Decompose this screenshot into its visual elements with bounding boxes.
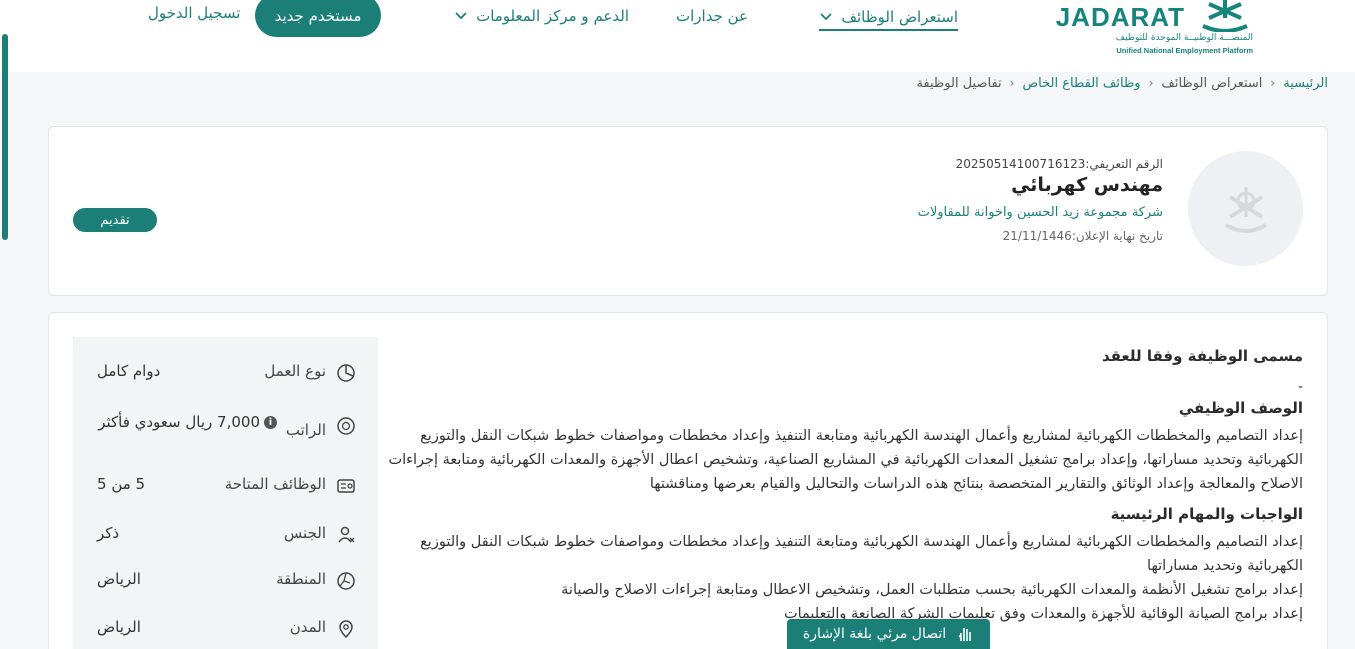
job-details-card: نوع العمل دوام كامل الراتب i 7,000 ريال س… bbox=[48, 312, 1328, 649]
breadcrumb-home[interactable]: الرئيسية bbox=[1283, 76, 1328, 91]
company-name[interactable]: شركة مجموعة زيد الحسين واخوانة للمقاولات bbox=[918, 205, 1163, 220]
breadcrumb: الرئيسية ‹ استعراض الوظائف ‹ وظائف القطا… bbox=[916, 74, 1328, 92]
hand-sign-icon bbox=[958, 628, 971, 641]
logo-arabic-tagline: المنصـــة الوطنيــة الموحدة للتوظيف bbox=[1115, 33, 1253, 43]
id-card-icon bbox=[337, 479, 355, 493]
page-scrollbar[interactable] bbox=[2, 34, 8, 240]
job-description: مسمى الوظيفة وفقا للعقد - الوصف الوظيفي … bbox=[388, 347, 1303, 626]
job-summary-card: الرقم التعريفي:20250514100716123 مهندس ك… bbox=[48, 126, 1328, 296]
breadcrumb-current: تفاصيل الوظيفة bbox=[916, 75, 1002, 91]
nav-support-center[interactable]: الدعم و مركز المعلومات bbox=[454, 4, 629, 28]
pie-chart-icon bbox=[337, 364, 355, 382]
location-pin-icon bbox=[339, 620, 353, 639]
saudi-emblem-icon bbox=[1202, 0, 1248, 32]
ad-deadline: تاريخ نهاية الإعلان:21/11/1446 bbox=[1002, 229, 1163, 243]
emblem-placeholder-icon bbox=[1224, 186, 1267, 233]
top-header: JADARAT المنصـــة الوطنيــة الموحدة للتو… bbox=[0, 0, 1355, 72]
login-link[interactable]: تسجيل الدخول bbox=[148, 4, 240, 22]
contract-title-heading: مسمى الوظيفة وفقا للعقد bbox=[1101, 347, 1303, 365]
info-value: 5 من 5 bbox=[97, 475, 146, 493]
breadcrumb-separator-icon: ‹ bbox=[1270, 76, 1276, 90]
jadarat-logo[interactable]: JADARAT المنصـــة الوطنيــة الموحدة للتو… bbox=[1056, 0, 1255, 62]
nav-browse-jobs[interactable]: استعراض الوظائف bbox=[819, 4, 958, 31]
nav-browse-jobs-label: استعراض الوظائف bbox=[841, 7, 958, 26]
info-label: الراتب bbox=[285, 421, 326, 439]
job-title: مهندس كهربائي bbox=[1011, 174, 1163, 196]
nav-about-jadarat[interactable]: عن جدارات bbox=[676, 4, 748, 28]
logo-english-tagline: Unified National Employment Platform bbox=[1116, 46, 1253, 55]
breadcrumb-browse-jobs[interactable]: استعراض الوظائف bbox=[1161, 76, 1262, 91]
duties-heading: الواجبات والمهام الرئيسية bbox=[1110, 505, 1303, 523]
nav-about-label: عن جدارات bbox=[676, 7, 748, 25]
info-value-wrap: i 7,000 ريال سعودي فأكثر bbox=[97, 409, 277, 445]
job-description-heading: الوصف الوظيفي bbox=[1178, 399, 1303, 417]
info-row-salary: الراتب i 7,000 ريال سعودي فأكثر bbox=[73, 411, 378, 441]
info-circle-icon[interactable]: i bbox=[264, 416, 277, 429]
job-meta: الرقم التعريفي:20250514100716123 مهندس ك… bbox=[918, 157, 1163, 243]
duty-item: إعداد التصاميم والمخططات الكهربائية لمشا… bbox=[420, 534, 1303, 574]
chevron-down-icon bbox=[820, 12, 833, 20]
map-region-icon bbox=[337, 572, 355, 590]
duty-item: إعداد برامج تشغيل الأنظمة والمعدات الكهر… bbox=[561, 582, 1303, 598]
sign-language-label: اتصال مرئي بلغة الإشارة bbox=[802, 626, 947, 642]
breadcrumb-private-sector[interactable]: وظائف القطاع الخاص bbox=[1022, 76, 1140, 91]
breadcrumb-separator-icon: ‹ bbox=[1148, 76, 1154, 90]
job-info-panel: نوع العمل دوام كامل الراتب i 7,000 ريال س… bbox=[73, 337, 378, 649]
logo-wordmark: JADARAT bbox=[1055, 2, 1185, 32]
info-row-gender: الجنس ذكر bbox=[73, 520, 378, 550]
info-value: الرياض bbox=[97, 570, 141, 588]
info-row-vacancies: الوظائف المتاحة 5 من 5 bbox=[73, 471, 378, 501]
info-value: ذكر bbox=[97, 524, 120, 542]
nav-support-label: الدعم و مركز المعلومات bbox=[476, 7, 629, 25]
gender-icon bbox=[338, 526, 355, 543]
info-row-work-type: نوع العمل دوام كامل bbox=[73, 358, 378, 388]
info-value: دوام كامل bbox=[97, 362, 161, 380]
info-row-region: المنطقة الرياض bbox=[73, 566, 378, 596]
info-row-cities: المدن الرياض bbox=[73, 614, 378, 644]
info-label: المنطقة bbox=[276, 570, 326, 588]
sign-language-call-button[interactable]: اتصال مرئي بلغة الإشارة bbox=[787, 619, 990, 649]
info-label: الجنس bbox=[283, 524, 326, 542]
job-id: الرقم التعريفي:20250514100716123 bbox=[955, 157, 1163, 171]
salary-value: 7,000 ريال سعودي فأكثر bbox=[98, 413, 260, 431]
chevron-down-icon bbox=[455, 12, 467, 20]
info-label: نوع العمل bbox=[264, 362, 326, 380]
apply-button[interactable]: تقديم bbox=[73, 208, 157, 232]
info-value: الرياض bbox=[97, 618, 141, 636]
company-avatar bbox=[1188, 151, 1303, 266]
info-label: المدن bbox=[289, 618, 326, 636]
info-label: الوظائف المتاحة bbox=[224, 475, 326, 493]
money-icon bbox=[337, 417, 355, 435]
job-description-text: إعداد التصاميم والمخططات الكهربائية لمشا… bbox=[388, 428, 1303, 492]
new-user-button[interactable]: مستخدم جديد bbox=[255, 0, 381, 37]
breadcrumb-separator-icon: ‹ bbox=[1009, 76, 1015, 90]
contract-title-value: - bbox=[1297, 379, 1303, 395]
